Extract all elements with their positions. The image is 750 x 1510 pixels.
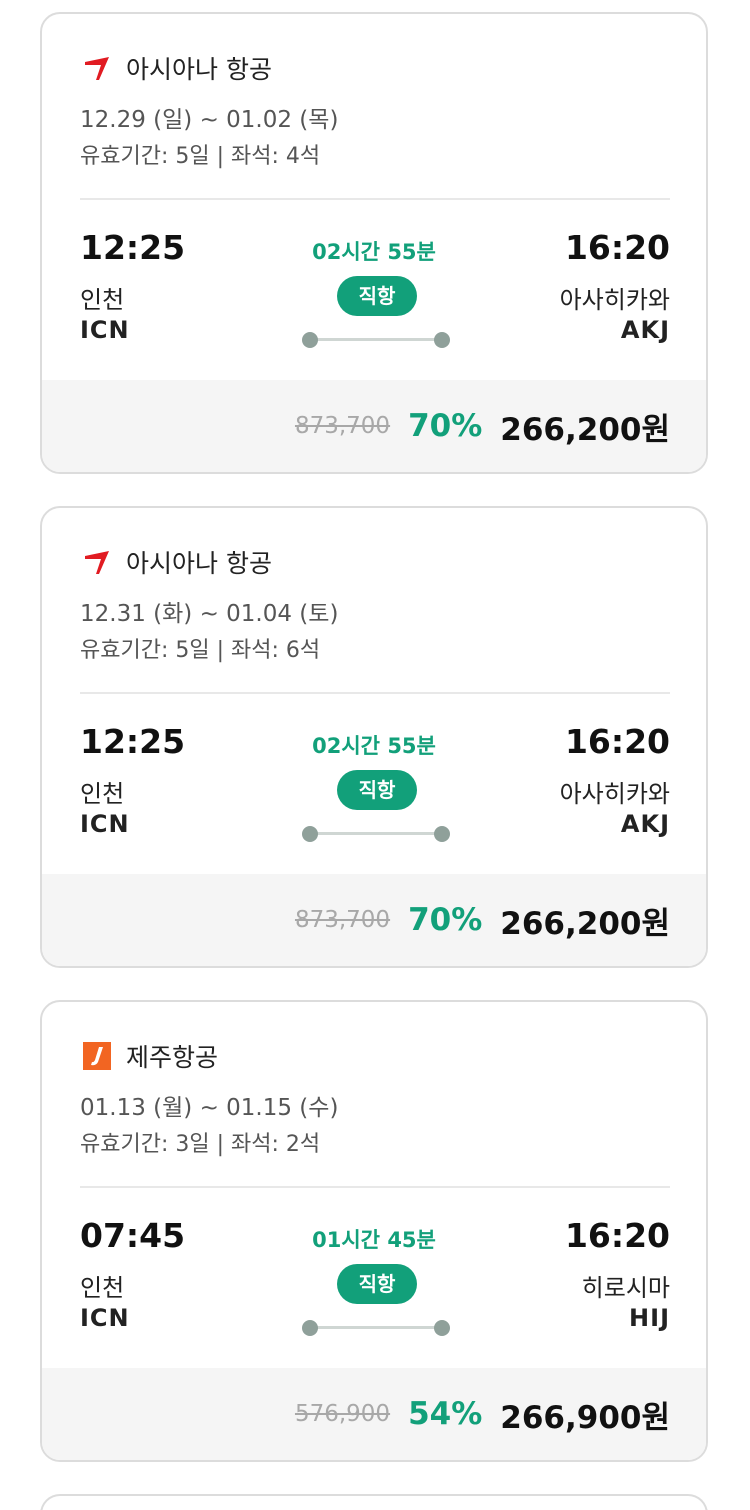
divider	[80, 692, 670, 694]
direct-flight-badge: 직항	[337, 276, 417, 316]
departure-city: 인천	[80, 1274, 125, 1302]
validity-seats: 유효기간: 3일 | 좌석: 2석	[80, 1132, 321, 1157]
route-start-dot	[302, 826, 318, 842]
travel-dates: 12.31 (화) ~ 01.04 (토)	[80, 601, 339, 627]
original-price: 576,900	[294, 1401, 391, 1427]
arrival-city: 히로시마	[581, 1274, 670, 1302]
direct-flight-badge: 직항	[337, 770, 417, 810]
flight-card[interactable]: 아시아나 항공 12.29 (일) ~ 01.02 (목) 유효기간: 5일 |…	[40, 12, 708, 474]
asiana-logo-icon	[82, 547, 112, 577]
arrival-time: 16:20	[564, 228, 670, 267]
flight-card-partial[interactable]	[40, 1494, 708, 1510]
departure-code: ICN	[80, 316, 130, 344]
final-price: 266,900원	[500, 1399, 670, 1436]
airline-row: 아시아나 항공	[82, 544, 272, 580]
route-bar	[310, 1326, 442, 1329]
validity-seats: 유효기간: 5일 | 좌석: 4석	[80, 144, 321, 169]
departure-time: 07:45	[80, 1216, 186, 1255]
travel-dates: 01.13 (월) ~ 01.15 (수)	[80, 1095, 339, 1121]
flight-duration: 02시간 55분	[312, 240, 436, 264]
arrival-code: AKJ	[620, 316, 670, 344]
flight-duration: 02시간 55분	[312, 734, 436, 758]
route-bar	[310, 338, 442, 341]
original-price: 873,700	[294, 907, 391, 933]
jejuair-logo-icon	[82, 1041, 112, 1071]
direct-flight-badge: 직항	[337, 1264, 417, 1304]
arrival-code: HIJ	[629, 1304, 670, 1332]
arrival-time: 16:20	[564, 1216, 670, 1255]
discount-rate: 54%	[408, 1396, 483, 1432]
route-bar	[310, 832, 442, 835]
flight-duration: 01시간 45분	[312, 1228, 436, 1252]
airline-name: 아시아나 항공	[126, 55, 272, 84]
discount-rate: 70%	[408, 902, 483, 938]
divider	[80, 1186, 670, 1188]
arrival-code: AKJ	[620, 810, 670, 838]
airline-row: 제주항공	[82, 1038, 218, 1074]
final-price: 266,200원	[500, 905, 670, 942]
original-price: 873,700	[294, 413, 391, 439]
route-start-dot	[302, 332, 318, 348]
departure-time: 12:25	[80, 722, 186, 761]
departure-city: 인천	[80, 780, 125, 808]
departure-city: 인천	[80, 286, 125, 314]
arrival-city: 아사히카와	[559, 286, 670, 314]
route-line	[302, 826, 450, 842]
validity-seats: 유효기간: 5일 | 좌석: 6석	[80, 638, 321, 663]
price-bar: 873,700 70% 266,200원	[42, 380, 706, 472]
asiana-logo-icon	[82, 53, 112, 83]
flight-card[interactable]: 아시아나 항공 12.31 (화) ~ 01.04 (토) 유효기간: 5일 |…	[40, 506, 708, 968]
flight-deal-list: 아시아나 항공 12.29 (일) ~ 01.02 (목) 유효기간: 5일 |…	[0, 0, 750, 1510]
airline-name: 제주항공	[126, 1043, 219, 1072]
route-end-dot	[434, 332, 450, 348]
divider	[80, 198, 670, 200]
final-price: 266,200원	[500, 411, 670, 448]
arrival-time: 16:20	[564, 722, 670, 761]
price-bar: 873,700 70% 266,200원	[42, 874, 706, 966]
departure-time: 12:25	[80, 228, 186, 267]
airline-row: 아시아나 항공	[82, 50, 272, 86]
route-line	[302, 1320, 450, 1336]
airline-name: 아시아나 항공	[126, 549, 272, 578]
travel-dates: 12.29 (일) ~ 01.02 (목)	[80, 107, 339, 133]
departure-code: ICN	[80, 1304, 130, 1332]
route-end-dot	[434, 826, 450, 842]
route-start-dot	[302, 1320, 318, 1336]
route-end-dot	[434, 1320, 450, 1336]
route-line	[302, 332, 450, 348]
arrival-city: 아사히카와	[559, 780, 670, 808]
departure-code: ICN	[80, 810, 130, 838]
flight-card[interactable]: 제주항공 01.13 (월) ~ 01.15 (수) 유효기간: 3일 | 좌석…	[40, 1000, 708, 1462]
price-bar: 576,900 54% 266,900원	[42, 1368, 706, 1460]
discount-rate: 70%	[408, 408, 483, 444]
